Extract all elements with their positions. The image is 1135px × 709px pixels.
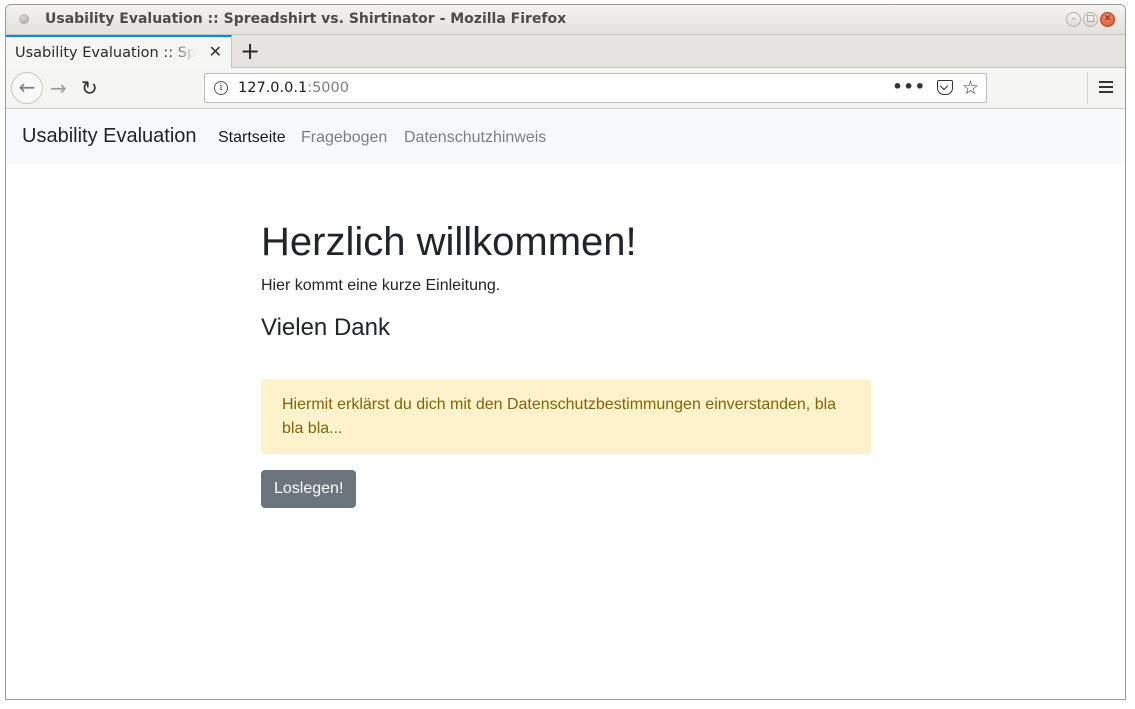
url-host: 127.0.0.1 — [238, 80, 308, 96]
title-bar: Usability Evaluation :: Spreadshirt vs. … — [6, 5, 1125, 35]
subheading: Vielen Dank — [261, 314, 390, 341]
toolbar-divider — [1087, 72, 1088, 104]
site-brand[interactable]: Usability Evaluation — [22, 123, 197, 149]
tab-close-icon[interactable]: ✕ — [209, 42, 222, 62]
nav-datenschutzhinweis[interactable]: Datenschutzhinweis — [404, 128, 546, 148]
tab-usability-evaluation[interactable]: Usability Evaluation :: Spreadshirt vs. … — [6, 35, 232, 68]
url-bar[interactable]: i 127.0.0.1:5000 ••• ☆ — [204, 73, 987, 103]
forward-button[interactable]: → — [50, 74, 67, 102]
new-tab-button[interactable]: + — [240, 36, 260, 66]
minimize-button[interactable]: – — [1066, 12, 1081, 27]
bookmark-star-icon[interactable]: ☆ — [962, 75, 979, 101]
nav-startseite[interactable]: Startseite — [218, 128, 286, 148]
maximize-button[interactable]: □ — [1083, 12, 1098, 27]
nav-fragebogen[interactable]: Fragebogen — [301, 128, 387, 148]
hamburger-menu-icon[interactable] — [1099, 81, 1113, 93]
tab-title: Usability Evaluation :: Spreadshirt vs. … — [15, 45, 195, 61]
privacy-alert: Hiermit erklärst du dich mit den Datensc… — [261, 380, 871, 454]
browser-window: Usability Evaluation :: Spreadshirt vs. … — [5, 4, 1126, 700]
site-info-icon[interactable]: i — [214, 81, 228, 95]
back-button[interactable]: ← — [11, 72, 43, 104]
pocket-icon[interactable] — [937, 80, 953, 95]
reload-button[interactable]: ↻ — [81, 74, 98, 102]
site-navbar: Usability Evaluation Startseite Fragebog… — [6, 109, 1125, 164]
intro-text: Hier kommt eine kurze Einleitung. — [261, 277, 501, 294]
close-window-button[interactable]: ✕ — [1100, 12, 1115, 27]
page-title: Herzlich willkommen! — [261, 220, 637, 264]
page-viewport: Usability Evaluation Startseite Fragebog… — [6, 109, 1125, 699]
window-title: Usability Evaluation :: Spreadshirt vs. … — [45, 11, 567, 27]
url-text[interactable]: 127.0.0.1:5000 — [238, 74, 349, 102]
start-button[interactable]: Loslegen! — [261, 470, 357, 508]
url-port: :5000 — [307, 80, 349, 96]
window-menu-icon[interactable] — [19, 14, 29, 24]
page-actions-icon[interactable]: ••• — [892, 74, 926, 100]
tab-bar: Usability Evaluation :: Spreadshirt vs. … — [6, 35, 1125, 68]
browser-toolbar: ← → ↻ i 127.0.0.1:5000 ••• ☆ — [6, 68, 1125, 109]
